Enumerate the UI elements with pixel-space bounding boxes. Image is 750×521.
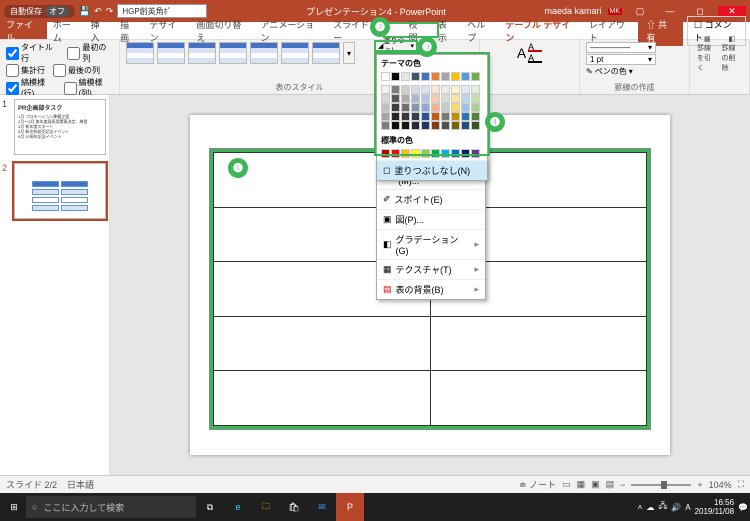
table-style-thumb[interactable] [281,42,309,64]
undo-icon[interactable]: ↶ [94,6,102,17]
gradient-fill-item[interactable]: ◧グラデーション(G)▸ [377,229,485,259]
highlight-tab [383,22,439,38]
start-button[interactable]: ⊞ [2,502,26,513]
tab-design[interactable]: デザイン [144,22,191,39]
tab-table-design[interactable]: テーブル デザイン [499,22,583,39]
tab-layout[interactable]: レイアウト [583,22,639,39]
tray-onedrive-icon[interactable]: ☁ [646,503,654,512]
user-badge: MK [608,8,623,15]
highlight-fill-button [374,40,418,52]
notes-button[interactable]: ≐ ノート [519,478,556,491]
gradient-icon: ◧ [383,239,392,250]
eraser-icon: ◧ [728,35,735,43]
chk-last-col[interactable]: 最後の列 [53,64,100,77]
view-slideshow-icon[interactable]: ▤ [606,479,615,490]
group-label-borders: 罫線の作成 [586,82,683,94]
zoom-in-icon[interactable]: + [697,480,702,490]
view-sorter-icon[interactable]: ▦ [577,479,586,490]
language-indicator[interactable]: 日本語 [67,478,94,491]
zoom-level[interactable]: 104% [709,480,732,490]
windows-taskbar: ⊞ ○ ここに入力して検索 ⧉ e 🗀 🛍 ✉ P ˄ ☁ 🖧 🔊 A 16:5… [0,493,750,521]
highlight-color-panel [374,52,490,156]
tab-insert[interactable]: 挿入 [85,22,114,39]
tab-help[interactable]: ヘルプ [461,22,499,39]
erase-border-button[interactable]: ◧ 罫線の削除 [721,42,744,66]
tray-up-icon[interactable]: ˄ [638,503,643,512]
user-name[interactable]: maeda kamari [544,6,601,16]
view-normal-icon[interactable]: ▭ [562,479,571,490]
tray-notifications-icon[interactable]: 💬 [738,503,748,512]
wordart-fill-icon[interactable]: A [528,42,542,52]
table-background-item[interactable]: ▤表の背景(B)▸ [377,279,485,299]
pen-color-button[interactable]: ✎ペンの色▾ [586,66,683,77]
table-style-thumb[interactable] [157,42,185,64]
zoom-slider[interactable] [631,484,691,486]
tray-volume-icon[interactable]: 🔊 [671,503,681,512]
slide-thumbnail-2[interactable] [14,163,106,219]
table-style-thumb[interactable] [188,42,216,64]
pen-style-select[interactable]: —————▾ [586,42,656,53]
tray-ime-icon[interactable]: A [685,503,690,512]
fit-to-window-icon[interactable]: ⛶ [738,479,744,490]
pen-width-select[interactable]: 1 pt▾ [586,54,656,65]
slide-counter[interactable]: スライド 2/2 [6,478,57,491]
taskbar-search[interactable]: ○ ここに入力して検索 [26,496,196,518]
tab-draw[interactable]: 描画 [114,22,143,39]
chk-title-row[interactable]: タイトル行 [6,42,59,64]
table-style-thumb[interactable] [312,42,340,64]
nofill-icon: ◻ [383,165,390,176]
table-style-options: タイトル行 最初の列 集計行 最後の列 縞模様 (行) 縞模様 (列) [6,42,113,99]
tab-home[interactable]: ホーム [47,22,85,39]
texture-fill-item[interactable]: ▦テクスチャ(T)▸ [377,259,485,279]
font-selector[interactable]: HGP創英角ﾎﾟ [117,4,207,18]
status-bar: スライド 2/2 日本語 ≐ ノート ▭ ▦ ▣ ▤ − + 104% ⛶ [0,475,750,493]
eyedropper-item[interactable]: ✐スポイト(E) [377,189,485,209]
group-label-wordart [528,84,530,94]
view-reading-icon[interactable]: ▣ [591,479,600,490]
table-style-thumb[interactable] [126,42,154,64]
table-bg-icon: ▤ [383,284,392,295]
thumb-number: 1 [2,99,7,109]
slide-thumbnail-1[interactable]: PR企画部タスク 1月 プロモーション準備立案 2月～3月 来年度発表用関東決定… [14,99,106,155]
quick-style-icon[interactable]: A [517,45,526,61]
chk-first-col[interactable]: 最初の列 [67,42,113,64]
minimize-icon[interactable]: — [658,6,682,16]
tab-animations[interactable]: アニメーション [255,22,328,39]
zoom-out-icon[interactable]: − [620,480,625,490]
edge-icon[interactable]: e [224,493,252,521]
outlook-icon[interactable]: ✉ [308,493,336,521]
slide-thumbnail-pane[interactable]: 1 PR企画部タスク 1月 プロモーション準備立案 2月～3月 来年度発表用関東… [0,95,110,475]
tab-transitions[interactable]: 画面切り替え [190,22,254,39]
explorer-icon[interactable]: 🗀 [252,493,280,521]
chk-total-row[interactable]: 集計行 [6,64,45,77]
pen-icon: ✎ [586,67,593,76]
picture-fill-item[interactable]: ▣図(P)... [377,209,485,229]
table-style-thumb[interactable] [219,42,247,64]
eyedropper-icon: ✐ [383,194,391,205]
autosave-toggle[interactable]: 自動保存 オフ [4,5,75,18]
redo-icon[interactable]: ↷ [106,6,114,17]
table-style-thumb[interactable] [250,42,278,64]
callout-4: ❹ [485,112,505,132]
task-view-icon[interactable]: ⧉ [196,493,224,521]
pencil-icon: ▦ [704,35,711,43]
table-style-more[interactable]: ▾ [343,42,355,64]
callout-3: ❸ [417,37,437,57]
draw-border-button[interactable]: ▦ 罫線を引く [696,42,719,66]
wordart-outline-icon[interactable]: A [528,53,542,63]
tray-network-icon[interactable]: 🖧 [658,500,667,514]
callout-1: ❶ [228,158,248,178]
search-icon: ○ [32,502,37,512]
texture-icon: ▦ [383,264,392,275]
tab-file[interactable]: ファイル [0,22,47,39]
document-title: プレゼンテーション4 - PowerPoint [207,5,544,18]
powerpoint-icon[interactable]: P [336,493,364,521]
picture-icon: ▣ [383,214,392,225]
save-icon[interactable]: 💾 [79,6,90,17]
callout-2: ❷ [370,17,390,37]
thumb-number: 2 [2,163,7,173]
store-icon[interactable]: 🛍 [280,493,308,521]
no-fill-item[interactable]: ◻塗りつぶしなし(N) [377,160,487,180]
